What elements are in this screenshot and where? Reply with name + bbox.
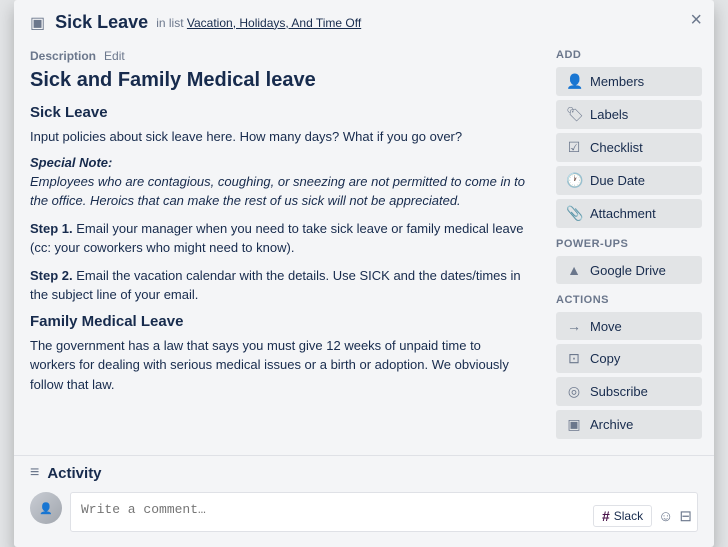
subscribe-label: Subscribe (590, 384, 648, 399)
comment-input-wrap: # Slack ☺ ⊟ (70, 492, 698, 535)
description-header: Description Edit (30, 49, 528, 63)
slack-hash-icon: # (602, 508, 610, 524)
actions-section-title: Actions (556, 294, 702, 306)
activity-title: Activity (47, 465, 101, 482)
power-ups-section-title: Power-Ups (556, 238, 702, 250)
due-date-icon: 🕐 (566, 172, 582, 189)
card-title: Sick and Family Medical leave (30, 69, 528, 92)
member-icon: 👤 (566, 73, 582, 90)
labels-icon: 🏷 (566, 106, 582, 123)
members-label: Members (590, 74, 644, 89)
slack-label: Slack (614, 509, 643, 523)
step-1-text: Step 1. Email your manager when you need… (30, 219, 528, 258)
subscribe-icon: ◎ (566, 383, 582, 400)
family-leave-text: The government has a law that says you m… (30, 336, 528, 395)
sick-leave-intro: Input policies about sick leave here. Ho… (30, 127, 528, 147)
card-modal: ▣ Sick Leave in list Vacation, Holidays,… (14, 0, 714, 547)
modal-title: Sick Leave (55, 12, 148, 33)
members-button[interactable]: 👤 Members (556, 67, 702, 96)
close-button[interactable]: × (690, 10, 702, 30)
due-date-button[interactable]: 🕐 Due Date (556, 166, 702, 195)
attachment-label: Attachment (590, 206, 656, 221)
slack-badge[interactable]: # Slack (593, 505, 652, 527)
emoji-button[interactable]: ☺ (658, 509, 673, 524)
google-drive-label: Google Drive (590, 263, 666, 278)
add-section-title: Add (556, 49, 702, 61)
checklist-icon: ☑ (566, 139, 582, 156)
subscribe-button[interactable]: ◎ Subscribe (556, 377, 702, 406)
activity-header: ≡ Activity (30, 464, 698, 482)
sidebar: Add 👤 Members 🏷 Labels ☑ Checklist 🕐 Due… (544, 41, 714, 455)
activity-icon: ≡ (30, 464, 39, 482)
labels-label: Labels (590, 107, 628, 122)
special-note-label: Special Note: (30, 155, 528, 170)
due-date-label: Due Date (590, 173, 645, 188)
modal-body: Description Edit Sick and Family Medical… (14, 41, 714, 455)
avatar: 👤 (30, 492, 62, 524)
copy-icon: ⊡ (566, 350, 582, 367)
move-icon: → (566, 318, 582, 334)
comment-actions: # Slack ☺ ⊟ (593, 505, 692, 527)
card-header-icon: ▣ (30, 13, 45, 33)
special-note-text: Employees who are contagious, coughing, … (30, 172, 528, 211)
edit-link[interactable]: Edit (104, 49, 125, 63)
activity-section: ≡ Activity 👤 # Slack ☺ ⊟ (14, 455, 714, 547)
checklist-label: Checklist (590, 140, 643, 155)
family-leave-heading: Family Medical Leave (30, 313, 528, 330)
step-2-text: Step 2. Email the vacation calendar with… (30, 266, 528, 305)
archive-label: Archive (590, 417, 633, 432)
archive-button[interactable]: ▣ Archive (556, 410, 702, 439)
copy-label: Copy (590, 351, 620, 366)
attachment-icon: 📎 (566, 205, 582, 222)
modal-header: ▣ Sick Leave in list Vacation, Holidays,… (14, 0, 714, 41)
labels-button[interactable]: 🏷 Labels (556, 100, 702, 129)
sick-leave-heading: Sick Leave (30, 104, 528, 121)
modal-subtitle: in list Vacation, Holidays, And Time Off (156, 16, 361, 30)
attachment-button[interactable]: 📎 Attachment (556, 199, 702, 228)
move-label: Move (590, 319, 622, 334)
avatar-initial: 👤 (39, 502, 53, 515)
description-label: Description (30, 49, 96, 63)
archive-icon: ▣ (566, 416, 582, 433)
attach-button[interactable]: ⊟ (679, 509, 692, 524)
copy-button[interactable]: ⊡ Copy (556, 344, 702, 373)
google-drive-button[interactable]: ▲ Google Drive (556, 256, 702, 284)
comment-row: 👤 # Slack ☺ ⊟ (30, 492, 698, 535)
move-button[interactable]: → Move (556, 312, 702, 340)
list-link[interactable]: Vacation, Holidays, And Time Off (187, 16, 361, 30)
google-drive-icon: ▲ (566, 262, 582, 278)
checklist-button[interactable]: ☑ Checklist (556, 133, 702, 162)
subtitle-prefix: in list (156, 16, 183, 30)
main-content: Description Edit Sick and Family Medical… (14, 41, 544, 455)
